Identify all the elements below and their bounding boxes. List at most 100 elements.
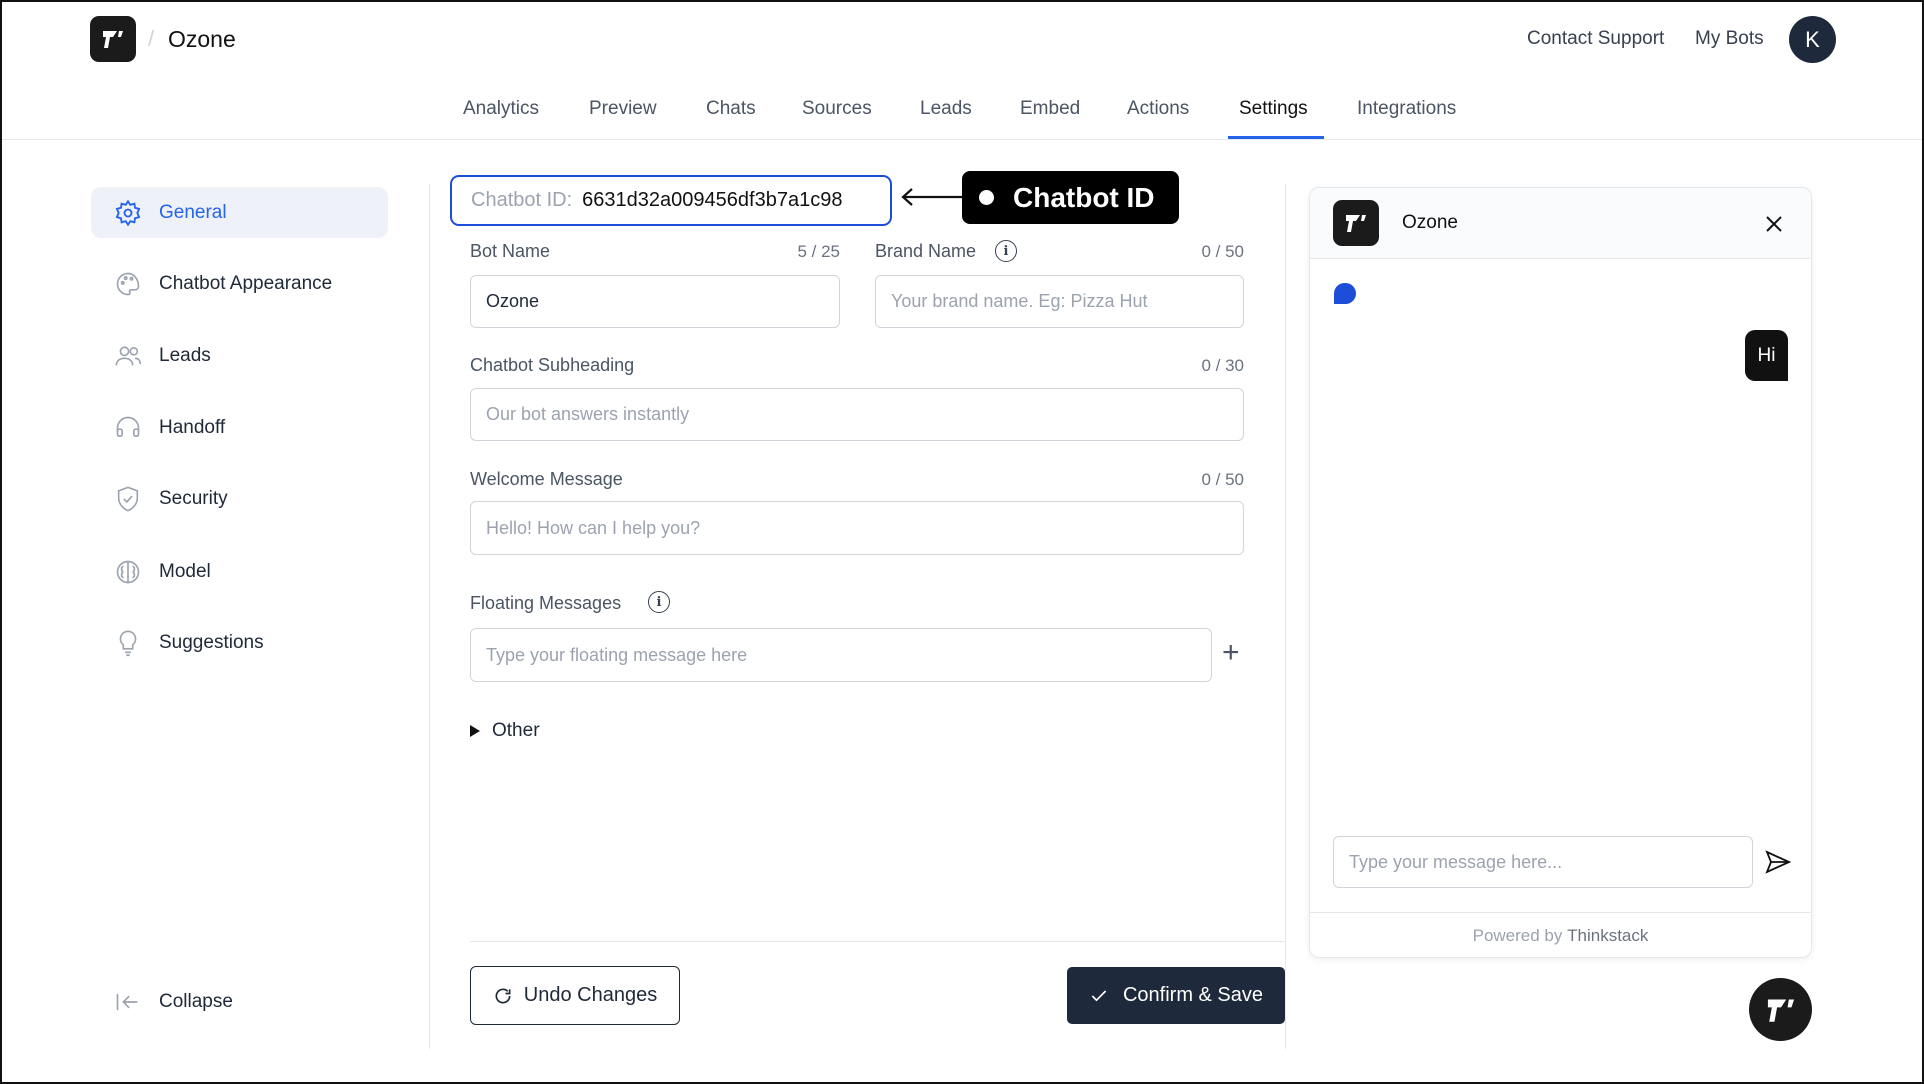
confirm-label: Confirm & Save: [1122, 984, 1264, 1006]
tab-analytics[interactable]: Analytics: [463, 98, 539, 120]
breadcrumb-separator: /: [148, 26, 155, 51]
user-message-text: Hi: [1757, 344, 1776, 366]
brand-name-label: Brand Name: [875, 241, 977, 261]
welcome-label: Welcome Message: [470, 469, 623, 489]
welcome-placeholder: Hello! How can I help you?: [486, 517, 701, 538]
brand-name-count: 0 / 50: [1201, 242, 1244, 261]
chat-logo: [1333, 200, 1379, 246]
chat-preview-widget: Ozone Hi Type your message here... Power…: [1309, 187, 1812, 958]
bot-name-input[interactable]: Ozone: [470, 275, 840, 328]
sidebar-item-label: Chatbot Appearance: [159, 272, 333, 294]
bot-message-bubble: [1334, 283, 1356, 304]
add-floating-message-icon[interactable]: +: [1222, 638, 1240, 668]
chat-header: Ozone: [1310, 188, 1811, 259]
subheading-label: Chatbot Subheading: [470, 355, 635, 375]
annotation-dot-icon: [979, 190, 994, 205]
chat-footer: Powered by Thinkstack: [1310, 912, 1811, 957]
sidebar-item-handoff[interactable]: Handoff: [91, 402, 388, 453]
floating-info-icon[interactable]: i: [648, 591, 670, 613]
logo-icon: [1346, 215, 1366, 232]
welcome-count: 0 / 50: [1201, 470, 1244, 489]
confirm-save-button[interactable]: Confirm & Save: [1067, 967, 1285, 1024]
sidebar-item-general[interactable]: General: [91, 187, 388, 238]
preview-divider: [1285, 184, 1286, 1049]
sidebar-item-label: General: [159, 201, 227, 223]
sidebar-item-label: Leads: [159, 344, 211, 366]
chatbot-id-box[interactable]: Chatbot ID: 6631d32a009456df3b7a1c98: [450, 175, 892, 226]
sidebar-item-label: Security: [159, 487, 228, 509]
chat-title: Ozone: [1402, 212, 1458, 233]
sidebar-item-security[interactable]: Security: [91, 473, 388, 524]
sidebar-item-leads[interactable]: Leads: [91, 330, 388, 381]
check-icon: [1091, 989, 1107, 1001]
powered-by-prefix: Powered by: [1472, 926, 1563, 945]
brain-icon: [113, 557, 143, 587]
tab-integrations[interactable]: Integrations: [1357, 98, 1456, 120]
tab-embed[interactable]: Embed: [1020, 98, 1080, 120]
tab-preview[interactable]: Preview: [589, 98, 657, 120]
brand-name-info-icon[interactable]: i: [995, 240, 1017, 262]
caret-right-icon: [470, 725, 480, 737]
avatar-initial: K: [1805, 26, 1820, 52]
brand-logo[interactable]: [90, 16, 136, 62]
sidebar-item-label: Handoff: [159, 416, 226, 438]
footer-divider: [470, 941, 1285, 942]
tab-settings[interactable]: Settings: [1239, 98, 1308, 120]
brand-name-placeholder: Your brand name. Eg: Pizza Hut: [891, 291, 1148, 311]
annotation-arrow-icon: [901, 188, 964, 206]
sidebar-item-label: Model: [159, 560, 211, 582]
sidebar-item-label: Suggestions: [159, 631, 264, 653]
tab-sources[interactable]: Sources: [802, 98, 872, 120]
tab-chats[interactable]: Chats: [706, 98, 756, 120]
chatbot-id-label: Chatbot ID:: [471, 189, 573, 211]
user-message-bubble: Hi: [1745, 330, 1788, 381]
close-icon[interactable]: [1764, 214, 1784, 234]
sidebar-divider: [429, 184, 430, 1049]
brand-name-input[interactable]: Your brand name. Eg: Pizza Hut: [875, 275, 1244, 328]
chat-launcher-button[interactable]: [1749, 978, 1812, 1041]
chat-input-placeholder: Type your message here...: [1349, 851, 1563, 872]
floating-input[interactable]: Type your floating message here: [470, 628, 1212, 682]
bot-name-label: Bot Name: [470, 241, 551, 261]
tab-leads[interactable]: Leads: [920, 98, 972, 120]
shield-icon: [113, 484, 143, 514]
sidebar-item-model[interactable]: Model: [91, 546, 388, 597]
subheading-placeholder: Our bot answers instantly: [486, 404, 690, 424]
chat-message-input[interactable]: Type your message here...: [1333, 836, 1753, 888]
my-bots-link[interactable]: My Bots: [1695, 28, 1764, 50]
lightbulb-icon: [113, 628, 143, 658]
welcome-input[interactable]: Hello! How can I help you?: [470, 501, 1244, 555]
undo-changes-button[interactable]: Undo Changes: [470, 966, 680, 1025]
palette-icon: [113, 269, 143, 299]
send-icon[interactable]: [1765, 850, 1791, 874]
chatbot-id-value: 6631d32a009456df3b7a1c98: [582, 189, 843, 211]
gear-icon: [113, 198, 143, 228]
other-toggle[interactable]: Other: [470, 720, 540, 742]
bot-name-value: Ozone: [486, 291, 540, 311]
logo-icon: [1767, 999, 1794, 1022]
sidebar-item-chatbot-appearance[interactable]: Chatbot Appearance: [91, 258, 388, 309]
other-label: Other: [492, 720, 540, 741]
chatbot-id-annotation: Chatbot ID: [962, 171, 1179, 224]
collapse-icon: [113, 987, 143, 1017]
header-divider: [0, 139, 1924, 140]
floating-placeholder: Type your floating message here: [486, 644, 748, 665]
undo-label: Undo Changes: [523, 984, 658, 1006]
bot-name-count: 5 / 25: [797, 242, 840, 261]
refresh-icon: [495, 988, 511, 1004]
contact-support-link[interactable]: Contact Support: [1527, 28, 1664, 50]
tab-actions[interactable]: Actions: [1127, 98, 1189, 120]
bot-title[interactable]: Ozone: [168, 26, 236, 53]
collapse-button[interactable]: Collapse: [91, 976, 388, 1027]
subheading-count: 0 / 30: [1201, 356, 1244, 375]
avatar[interactable]: K: [1789, 16, 1836, 63]
floating-label: Floating Messages: [470, 593, 622, 613]
logo-icon: [103, 31, 123, 48]
annotation-label: Chatbot ID: [1013, 181, 1155, 213]
users-icon: [113, 341, 143, 371]
subheading-input[interactable]: Our bot answers instantly: [470, 388, 1244, 441]
sidebar-item-suggestions[interactable]: Suggestions: [91, 617, 388, 668]
collapse-label: Collapse: [159, 990, 233, 1012]
headset-icon: [113, 413, 143, 443]
powered-by-brand[interactable]: Thinkstack: [1567, 926, 1648, 946]
